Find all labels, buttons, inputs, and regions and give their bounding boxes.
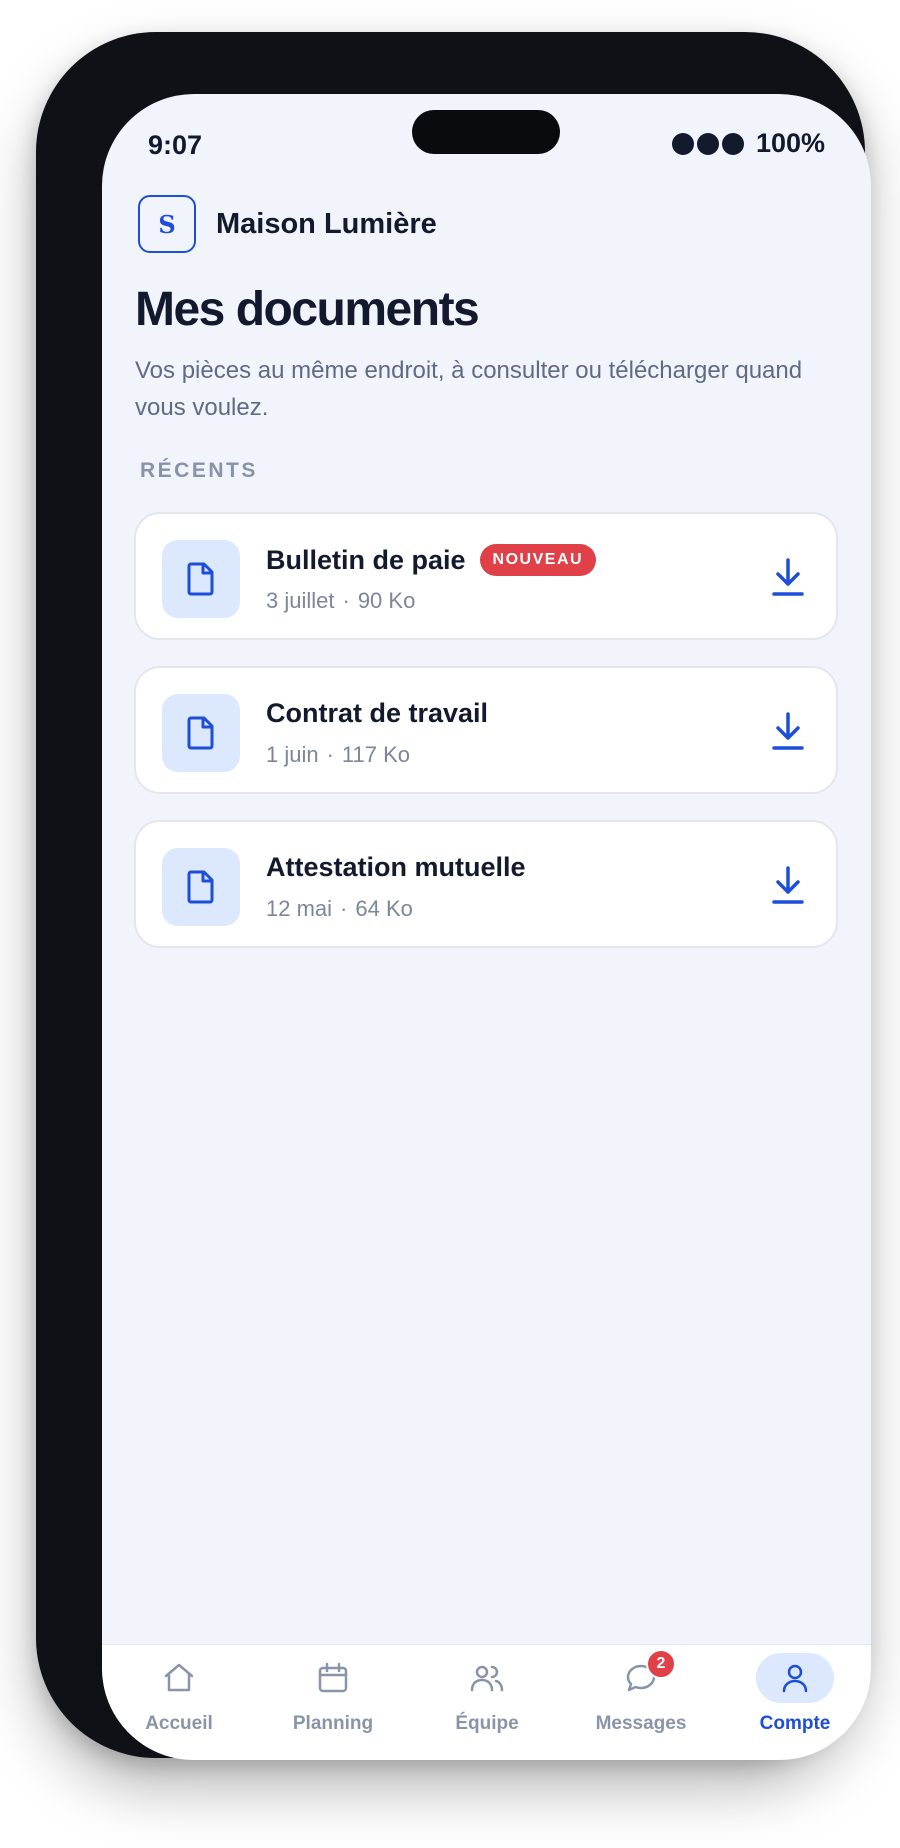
document-title-row: Bulletin de paie NOUVEAU bbox=[266, 544, 597, 576]
status-indicators: 100% bbox=[671, 128, 825, 159]
document-meta: 12 mai · 64 Ko bbox=[266, 896, 413, 922]
brand-header: S Maison Lumière bbox=[138, 195, 437, 253]
calendar-icon bbox=[294, 1653, 372, 1703]
tab-planning[interactable]: Planning bbox=[278, 1653, 388, 1743]
file-icon bbox=[162, 694, 240, 772]
status-time: 9:07 bbox=[148, 130, 203, 160]
document-date: 3 juillet bbox=[266, 588, 335, 613]
signal-icon bbox=[671, 132, 744, 155]
messages-count-badge: 2 bbox=[646, 1649, 676, 1679]
new-badge: NOUVEAU bbox=[479, 544, 597, 576]
document-card[interactable]: Contrat de travail 1 juin · 117 Ko bbox=[134, 666, 838, 794]
chat-icon: 2 bbox=[602, 1649, 680, 1703]
document-size: 90 Ko bbox=[357, 588, 416, 613]
tab-label: Accueil bbox=[145, 1713, 213, 1734]
document-title-row: Contrat de travail bbox=[266, 698, 488, 729]
meta-separator: · bbox=[326, 742, 334, 767]
document-title: Attestation mutuelle bbox=[266, 852, 526, 882]
tab-messages[interactable]: 2 Messages bbox=[586, 1649, 696, 1743]
document-size: 64 Ko bbox=[355, 896, 413, 921]
document-title-row: Attestation mutuelle bbox=[266, 852, 526, 883]
document-meta: 3 juillet · 90 Ko bbox=[266, 588, 415, 614]
battery-level: 100% bbox=[755, 128, 825, 158]
document-title: Contrat de travail bbox=[266, 698, 489, 728]
meta-separator: · bbox=[342, 588, 350, 613]
file-icon bbox=[162, 848, 240, 926]
tab-bar: Accueil Planning Équipe 2 Messages Compt… bbox=[102, 1644, 871, 1760]
page-title: Mes documents bbox=[135, 283, 480, 336]
home-icon bbox=[140, 1653, 218, 1703]
dynamic-island bbox=[412, 110, 560, 154]
tab-label: Planning bbox=[292, 1713, 374, 1734]
document-size: 117 Ko bbox=[341, 742, 411, 767]
document-list: Bulletin de paie NOUVEAU 3 juillet · 90 … bbox=[134, 512, 838, 974]
document-card[interactable]: Attestation mutuelle 12 mai · 64 Ko bbox=[134, 820, 838, 948]
brand-name: Maison Lumière bbox=[216, 207, 437, 240]
meta-separator: · bbox=[340, 896, 348, 921]
page-subtitle: Vos pièces au même endroit, à consulter … bbox=[135, 357, 803, 421]
phone-frame: 9:07 100% S Maison Lumière Mes documents… bbox=[36, 32, 871, 1760]
download-icon[interactable] bbox=[768, 556, 808, 600]
user-icon bbox=[756, 1653, 834, 1703]
document-date: 12 mai bbox=[266, 896, 333, 921]
tab-accueil[interactable]: Accueil bbox=[124, 1653, 234, 1743]
tab-label: Compte bbox=[759, 1713, 831, 1734]
document-meta: 1 juin · 117 Ko bbox=[266, 742, 410, 768]
file-icon bbox=[162, 540, 240, 618]
tab-compte[interactable]: Compte bbox=[740, 1653, 850, 1743]
tab-label: Équipe bbox=[455, 1713, 519, 1734]
section-label-recent: RÉCENTS bbox=[140, 459, 258, 482]
team-icon bbox=[448, 1653, 526, 1703]
document-title: Bulletin de paie bbox=[266, 544, 466, 575]
tab-label: Messages bbox=[595, 1713, 687, 1734]
app-screen: 9:07 100% S Maison Lumière Mes documents… bbox=[102, 94, 871, 1760]
brand-logo: S bbox=[138, 195, 196, 253]
document-date: 1 juin bbox=[266, 742, 319, 767]
document-card[interactable]: Bulletin de paie NOUVEAU 3 juillet · 90 … bbox=[134, 512, 838, 640]
tab-equipe[interactable]: Équipe bbox=[432, 1653, 542, 1743]
download-icon[interactable] bbox=[768, 864, 808, 908]
download-icon[interactable] bbox=[768, 710, 808, 754]
